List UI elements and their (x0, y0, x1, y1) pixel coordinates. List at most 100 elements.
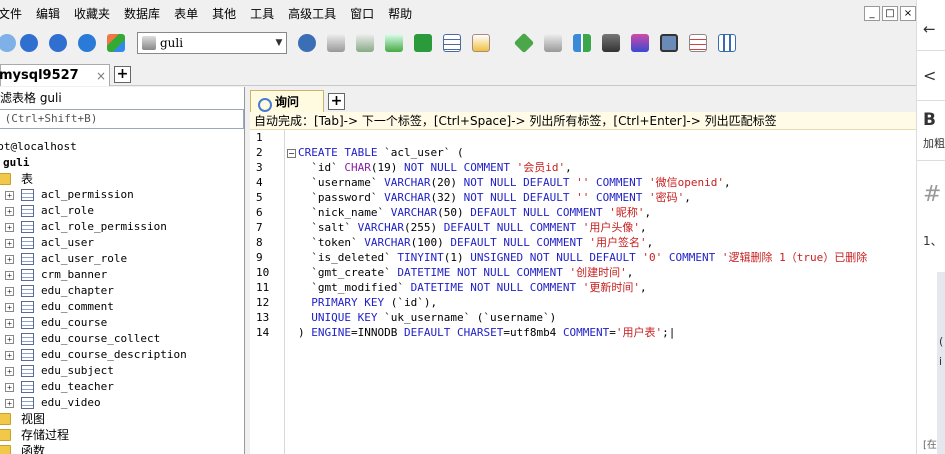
menu-database[interactable]: 数据库 (117, 0, 167, 26)
tree-table-item[interactable]: + edu_course_description (0, 347, 244, 363)
code-token: DEFAULT CHARSET (403, 326, 504, 339)
code-token: (100) (410, 236, 451, 249)
expand-icon[interactable]: + (5, 287, 14, 296)
tree-table-item[interactable]: + edu_teacher (0, 379, 244, 395)
tree-table-item[interactable]: + edu_course (0, 315, 244, 331)
line-number: 4 (256, 176, 263, 189)
filter-input[interactable]: 过滤器 (Ctrl+Shift+B) (0, 109, 244, 129)
menu-other[interactable]: 其他 (205, 0, 243, 26)
back-arrow-icon[interactable]: ← (923, 20, 936, 38)
expand-icon[interactable]: + (5, 271, 14, 280)
tree-table-item[interactable]: + acl_role_permission (0, 219, 244, 235)
code-line: PRIMARY KEY (`id`), (298, 295, 437, 310)
divider (917, 160, 945, 161)
tree-table-item[interactable]: + edu_video (0, 395, 244, 411)
close-button[interactable]: × (900, 6, 916, 21)
tree-folder-functions[interactable]: 函数 (0, 443, 244, 454)
restore-button[interactable]: □ (882, 6, 898, 21)
tree-table-item[interactable]: + acl_role (0, 203, 244, 219)
close-icon[interactable]: × (93, 69, 109, 83)
code-token: , (640, 281, 647, 294)
tree-folder-views[interactable]: 视图 (0, 411, 244, 427)
code-token: ;| (662, 326, 676, 339)
expand-icon[interactable]: + (5, 303, 14, 312)
schema-icon[interactable] (628, 31, 652, 55)
query-builder-icon[interactable] (512, 31, 536, 55)
expand-icon[interactable]: + (5, 351, 14, 360)
tree-table-item[interactable]: + edu_subject (0, 363, 244, 379)
database-select[interactable]: guli ▼ (137, 32, 287, 54)
minimize-button[interactable]: _ (864, 6, 880, 21)
sql-editor[interactable]: 1 2 3 4 5 6 7 8 9 10 11 12 13 14 − CREATE TABLE `acl_… (250, 130, 916, 454)
compare-icon[interactable] (570, 31, 594, 55)
table-grid-icon[interactable] (440, 31, 464, 55)
report-icon[interactable] (686, 31, 710, 55)
database-export-icon[interactable] (353, 31, 377, 55)
expand-icon[interactable]: + (5, 191, 14, 200)
menu-table[interactable]: 表单 (167, 0, 205, 26)
tree-folder-tables[interactable]: 表 (0, 171, 244, 187)
menu-file[interactable]: 文件 (0, 0, 29, 26)
new-connection-button[interactable]: + (114, 66, 131, 83)
code-token: `is_deleted` (298, 251, 398, 264)
expand-icon[interactable]: + (5, 335, 14, 344)
menu-favorites[interactable]: 收藏夹 (67, 0, 117, 26)
autocomplete-hint: 自动完成：[Tab]-> 下一个标签，[Ctrl+Space]-> 列出所有标签… (250, 112, 916, 130)
diagram-icon[interactable] (715, 31, 739, 55)
chevron-left-icon[interactable]: < (923, 66, 936, 85)
refresh-icon[interactable] (75, 31, 99, 55)
code-token: CREATE TABLE (298, 146, 385, 159)
shapes-icon[interactable] (104, 31, 128, 55)
connection-tab[interactable]: mysql9527 × (0, 64, 110, 86)
tree-table-item[interactable]: + edu_chapter (0, 283, 244, 299)
code-token: DEFAULT NULL COMMENT (443, 221, 583, 234)
database-add-icon[interactable] (324, 31, 348, 55)
code-token: NOT NULL COMMENT (403, 161, 517, 174)
bold-icon[interactable]: B (923, 110, 936, 130)
tree-table-label: acl_role (41, 204, 94, 217)
menu-edit[interactable]: 编辑 (29, 0, 67, 26)
expand-icon[interactable]: + (5, 319, 14, 328)
tree-table-item[interactable]: + edu_course_collect (0, 331, 244, 347)
play-icon[interactable] (17, 31, 41, 55)
window-controls: _ □ × (864, 6, 916, 21)
database-import-icon[interactable] (382, 31, 406, 55)
line-number: 6 (256, 206, 263, 219)
expand-icon[interactable]: + (5, 223, 14, 232)
expand-icon[interactable]: + (5, 239, 14, 248)
tree-table-label: edu_course (41, 316, 108, 329)
tree-table-label: edu_chapter (41, 284, 114, 297)
expand-icon[interactable]: + (5, 207, 14, 216)
tree-folder-procedures[interactable]: 存储过程 (0, 427, 244, 443)
expand-icon[interactable]: + (5, 255, 14, 264)
menu-tools[interactable]: 工具 (243, 0, 281, 26)
database-sync-icon[interactable] (541, 31, 565, 55)
menu-advanced-tools[interactable]: 高级工具 (281, 0, 343, 26)
menu-help[interactable]: 帮助 (381, 0, 419, 26)
monitor-icon[interactable] (657, 31, 681, 55)
code-line: `token` VARCHAR(100) DEFAULT NULL COMMEN… (298, 235, 653, 250)
tree-table-item[interactable]: + acl_user (0, 235, 244, 251)
expand-icon[interactable]: + (5, 399, 14, 408)
query-tab[interactable]: 询问 (250, 90, 324, 112)
truck-icon[interactable] (599, 31, 623, 55)
code-token: (1) (443, 251, 471, 264)
table-green-icon[interactable] (411, 31, 435, 55)
user-icon[interactable] (295, 31, 319, 55)
tree-table-item[interactable]: + acl_user_role (0, 251, 244, 267)
table-edit-icon[interactable] (469, 31, 493, 55)
tree-root-connection[interactable]: root@localhost (0, 139, 229, 155)
connect-icon[interactable] (0, 31, 16, 55)
tree-table-item[interactable]: + crm_banner (0, 267, 244, 283)
heading-icon[interactable]: # (923, 182, 941, 207)
fold-toggle-icon[interactable]: − (287, 149, 296, 158)
menu-window[interactable]: 窗口 (343, 0, 381, 26)
expand-icon[interactable]: + (5, 383, 14, 392)
tree-table-item[interactable]: + acl_permission (0, 187, 244, 203)
code-token: DATETIME NOT NULL COMMENT (410, 281, 583, 294)
new-query-button[interactable]: + (328, 93, 345, 110)
tree-table-item[interactable]: + edu_comment (0, 299, 244, 315)
expand-icon[interactable]: + (5, 367, 14, 376)
fast-forward-icon[interactable] (46, 31, 70, 55)
tree-database[interactable]: guli (3, 155, 244, 171)
